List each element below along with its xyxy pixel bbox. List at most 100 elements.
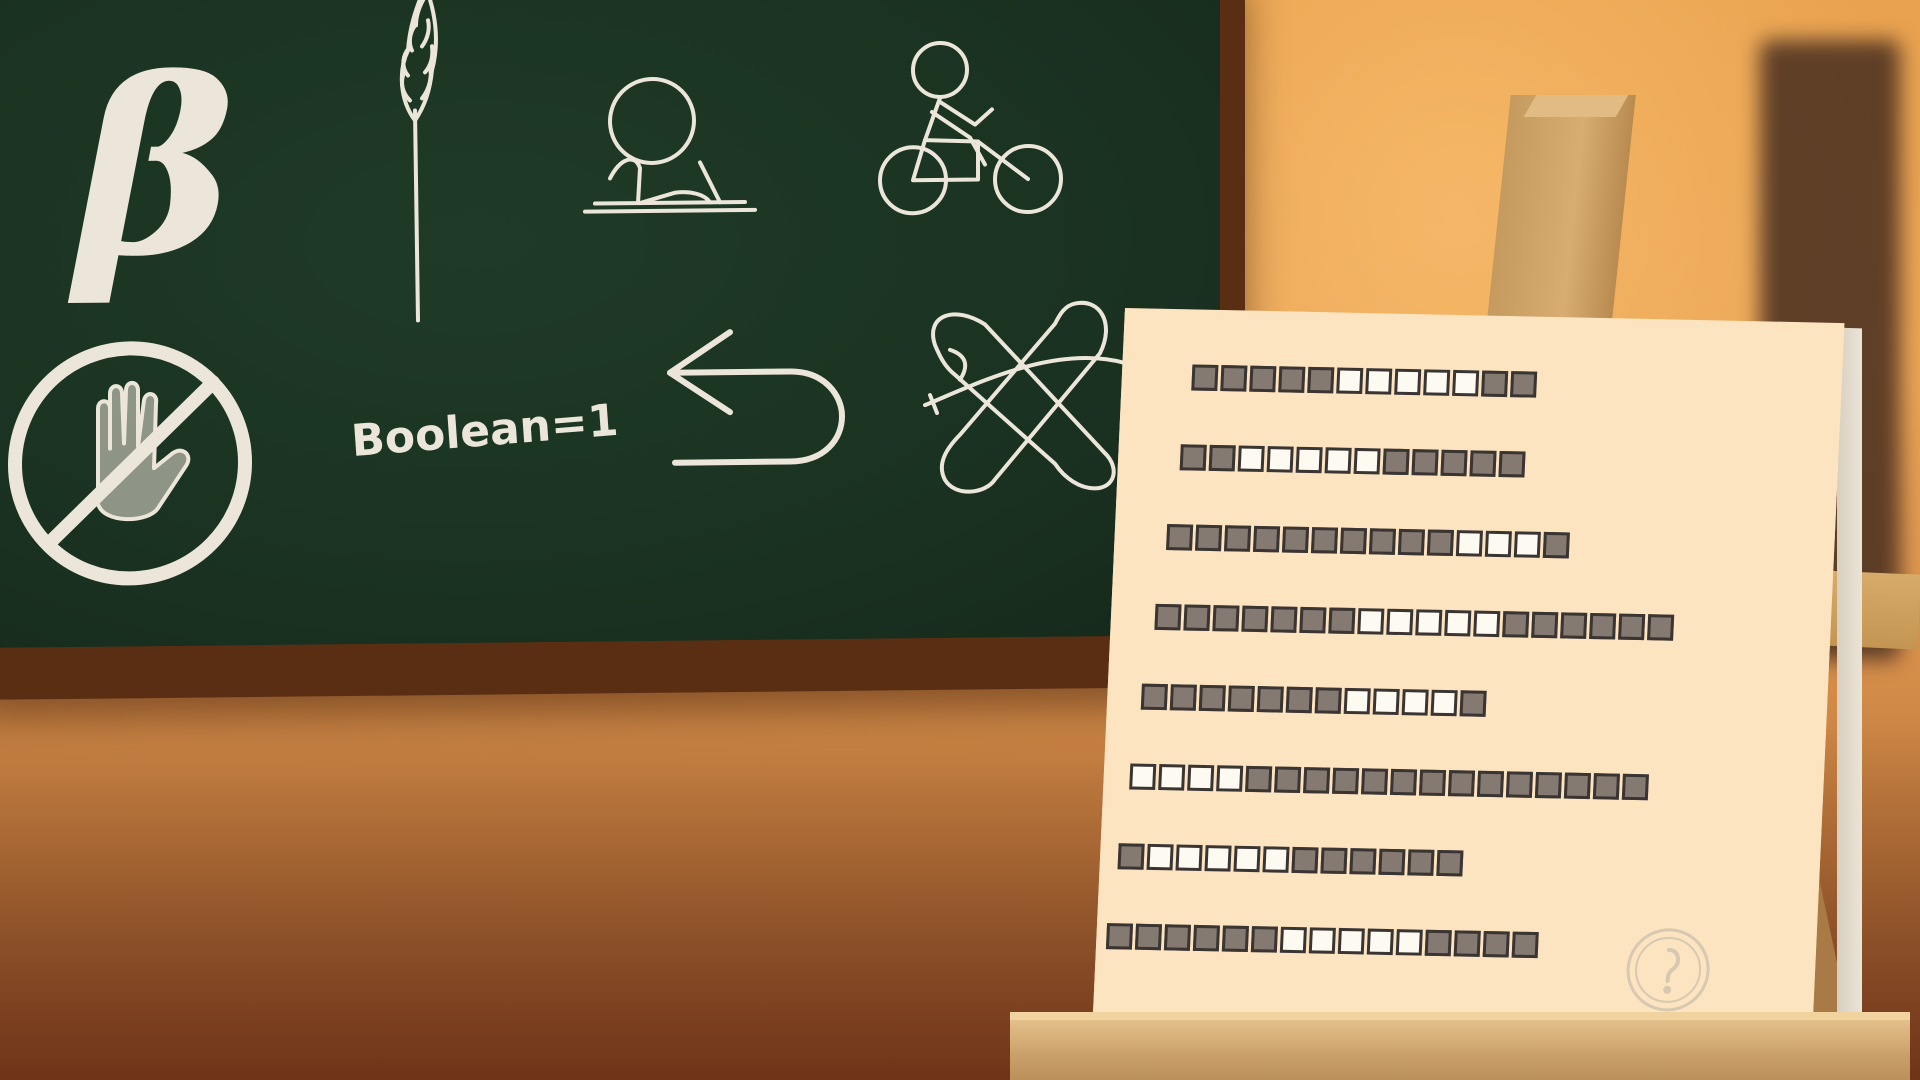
filled-box [1531, 611, 1559, 639]
filled-box [1407, 849, 1435, 876]
filled-box [1592, 773, 1620, 800]
filled-box [1459, 690, 1487, 717]
empty-box [1372, 688, 1400, 716]
empty-box [1237, 445, 1265, 473]
filled-box [1589, 612, 1617, 640]
empty-box [1395, 929, 1423, 956]
empty-box [1366, 928, 1394, 956]
empty-box [1423, 369, 1451, 396]
easel-post-top [1523, 95, 1629, 117]
filled-box [1510, 371, 1538, 398]
back-arrow-icon [660, 321, 850, 473]
easel-tray [1010, 1020, 1910, 1080]
filled-box [1560, 612, 1588, 639]
filled-box [1208, 444, 1236, 472]
empty-box [1279, 926, 1307, 954]
empty-box [1204, 845, 1232, 872]
filled-box [1389, 768, 1418, 796]
filled-box [1274, 766, 1302, 794]
filled-box [1117, 843, 1145, 870]
filled-box [1154, 603, 1182, 631]
filled-box [1440, 449, 1468, 477]
filled-box [1447, 770, 1476, 797]
empty-box [1336, 367, 1364, 395]
empty-box [1266, 446, 1294, 473]
answer-row [1179, 444, 1526, 478]
sign-board [1091, 308, 1862, 1063]
filled-box [1250, 926, 1278, 953]
filled-box [1191, 364, 1219, 391]
empty-box [1415, 609, 1443, 636]
filled-box [1534, 771, 1563, 799]
answer-row [1166, 524, 1570, 559]
filled-box [1169, 684, 1197, 711]
empty-box [1484, 530, 1512, 558]
filled-box [1227, 685, 1255, 712]
empty-box [1365, 368, 1393, 395]
filled-box [1270, 606, 1298, 633]
empty-box [1452, 369, 1480, 397]
filled-box [1453, 930, 1481, 957]
filled-box [1498, 450, 1526, 478]
filled-box [1469, 450, 1497, 477]
no-hand-icon [0, 337, 263, 590]
empty-box [1455, 530, 1483, 557]
filled-box [1241, 605, 1269, 633]
filled-box [1339, 527, 1368, 555]
boolean-label: Boolean=1 [349, 394, 620, 468]
filled-box [1249, 365, 1277, 393]
filled-box [1320, 847, 1348, 875]
empty-box [1401, 689, 1429, 716]
empty-box [1513, 531, 1541, 558]
filled-box [1105, 923, 1134, 950]
empty-box [1473, 610, 1501, 638]
answer-row [1191, 364, 1538, 398]
filled-box [1314, 687, 1342, 714]
filled-box [1505, 771, 1534, 798]
filled-box [1252, 525, 1281, 553]
filled-box [1307, 366, 1335, 394]
filled-box [1183, 604, 1211, 632]
filled-box [1310, 527, 1339, 554]
empty-box [1444, 609, 1472, 637]
beta-icon: β [60, 17, 250, 319]
filled-box [1223, 525, 1252, 552]
filled-box [1332, 767, 1360, 795]
filled-box [1328, 607, 1356, 635]
empty-box [1430, 689, 1458, 717]
game-scene: β Boolean=1 [0, 0, 1920, 1080]
filled-box [1134, 923, 1163, 951]
cyclist-icon [878, 39, 1065, 221]
filled-box [1482, 930, 1510, 958]
filled-box [1166, 524, 1194, 551]
filled-box [1303, 767, 1331, 794]
empty-box [1343, 687, 1371, 715]
empty-box [1337, 927, 1365, 955]
empty-box [1216, 765, 1244, 792]
filled-box [1424, 929, 1452, 957]
filled-box [1378, 848, 1406, 876]
knot-icon [915, 283, 1135, 500]
empty-box [1158, 764, 1186, 791]
empty-box [1187, 764, 1215, 792]
empty-box [1295, 446, 1323, 474]
filled-box [1179, 444, 1207, 471]
filled-box [1436, 849, 1464, 877]
filled-box [1511, 931, 1539, 959]
filled-box [1382, 448, 1410, 476]
filled-box [1368, 528, 1397, 555]
filled-box [1163, 924, 1192, 951]
seal-icon [1621, 924, 1715, 1016]
filled-box [1220, 365, 1248, 392]
filled-box [1278, 366, 1306, 393]
filled-box [1140, 683, 1168, 711]
filled-box [1349, 848, 1377, 875]
chalkboard: β Boolean=1 [0, 0, 1220, 648]
filled-box [1291, 846, 1319, 874]
filled-box [1285, 686, 1313, 714]
filled-box [1542, 531, 1570, 559]
answer-row [1154, 603, 1675, 641]
studying-person-icon [580, 62, 760, 224]
filled-box [1195, 524, 1223, 552]
filled-box [1198, 684, 1226, 712]
